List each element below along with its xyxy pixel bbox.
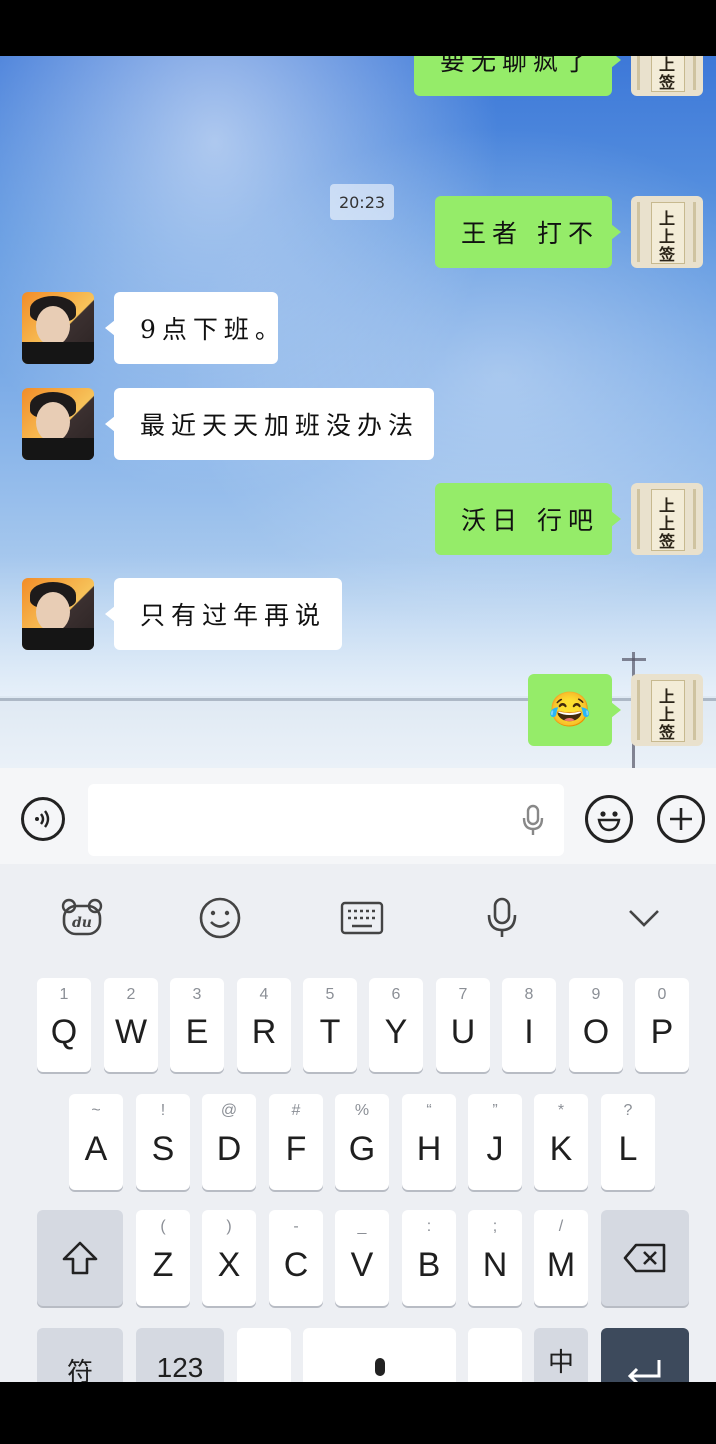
- key-r[interactable]: 4R: [237, 978, 291, 1072]
- top-status-bar: [0, 0, 716, 56]
- avatar-glyph: 上上签: [658, 209, 675, 264]
- message-bubble-received[interactable]: 9点下班。: [105, 292, 280, 364]
- message-bubble-sent[interactable]: 沃日 行吧: [435, 483, 621, 555]
- voice-icon[interactable]: [21, 797, 65, 841]
- avatar-glyph: 上上签: [658, 687, 675, 742]
- key-b[interactable]: :B: [402, 1210, 456, 1306]
- bottom-nav-bar: [0, 1382, 716, 1444]
- key-i[interactable]: 8I: [502, 978, 556, 1072]
- message-text: 最近天天加班没办法: [140, 411, 420, 440]
- message-bubble-sent[interactable]: 要无聊疯了: [414, 56, 621, 96]
- key-w[interactable]: 2W: [104, 978, 158, 1072]
- du-bear-icon[interactable]: du: [58, 894, 106, 942]
- message-bubble-sent[interactable]: 王者 打不: [435, 196, 621, 268]
- message-timestamp: 20:23: [330, 184, 394, 220]
- emoji-face-icon[interactable]: [196, 894, 244, 942]
- key-a[interactable]: ~ A: [69, 1094, 123, 1190]
- avatar-glyph: 上上签: [658, 496, 675, 551]
- my-avatar[interactable]: 上上签: [631, 196, 703, 268]
- avatar-glyph: 上上签: [658, 56, 675, 92]
- shift-icon: [62, 1241, 98, 1275]
- message-text: 要无聊疯了: [440, 56, 596, 76]
- contact-avatar[interactable]: [22, 292, 94, 364]
- message-bubble-received[interactable]: 最近天天加班没办法: [105, 388, 434, 460]
- emoji-icon[interactable]: [585, 795, 633, 843]
- my-avatar[interactable]: 上上签: [631, 483, 703, 555]
- key-c[interactable]: -C: [269, 1210, 323, 1306]
- message-bubble-received[interactable]: 只有过年再说: [105, 578, 342, 650]
- key-g[interactable]: % G: [335, 1094, 389, 1190]
- backspace-icon: [623, 1243, 666, 1273]
- message-bubble-sent[interactable]: 😂: [528, 674, 621, 746]
- key-s[interactable]: ! S: [136, 1094, 190, 1190]
- mic-icon[interactable]: [478, 894, 526, 942]
- key-y[interactable]: 6Y: [369, 978, 423, 1072]
- key-n[interactable]: ; N: [468, 1210, 522, 1306]
- my-avatar[interactable]: 上上签: [631, 674, 703, 746]
- mic-icon: [374, 1358, 385, 1376]
- plus-icon[interactable]: [657, 795, 705, 843]
- key-l[interactable]: ? L: [601, 1094, 655, 1190]
- key-e[interactable]: 3E: [170, 978, 224, 1072]
- key-u[interactable]: 7U: [436, 978, 490, 1072]
- key-k[interactable]: * K: [534, 1094, 588, 1190]
- key-p[interactable]: 0P: [635, 978, 689, 1072]
- key-t[interactable]: 5T: [303, 978, 357, 1072]
- key-x[interactable]: ) X: [202, 1210, 256, 1306]
- message-text: 王者 打不: [461, 219, 599, 248]
- key-o[interactable]: 9O: [569, 978, 623, 1072]
- keyboard-icon[interactable]: [338, 894, 386, 942]
- chevron-down-icon[interactable]: [620, 894, 668, 942]
- message-text: 沃日 行吧: [461, 506, 599, 535]
- message-input[interactable]: [88, 784, 564, 856]
- message-text: 😂: [548, 690, 592, 730]
- key-h[interactable]: “H: [402, 1094, 456, 1190]
- svg-text:du: du: [72, 915, 92, 931]
- message-text: 9点下班。: [140, 315, 286, 344]
- chat-area[interactable]: 要无聊疯了 上上签 20:23 王者 打不 上上签 9点下班。 最近天天加班没办…: [0, 56, 716, 768]
- backspace-key[interactable]: [601, 1210, 689, 1306]
- key-j[interactable]: ” J: [468, 1094, 522, 1190]
- key-v[interactable]: _ V: [335, 1210, 389, 1306]
- contact-avatar[interactable]: [22, 578, 94, 650]
- mic-icon[interactable]: [520, 804, 546, 836]
- key-m[interactable]: / M: [534, 1210, 588, 1306]
- key-z[interactable]: (Z: [136, 1210, 190, 1306]
- shift-key[interactable]: [37, 1210, 123, 1306]
- key-f[interactable]: # F: [269, 1094, 323, 1190]
- message-text: 只有过年再说: [140, 601, 327, 630]
- key-q[interactable]: 1Q: [37, 978, 91, 1072]
- contact-avatar[interactable]: [22, 388, 94, 460]
- background-pole-arm: [622, 658, 646, 661]
- key-d[interactable]: @ D: [202, 1094, 256, 1190]
- my-avatar[interactable]: 上上签: [631, 56, 703, 96]
